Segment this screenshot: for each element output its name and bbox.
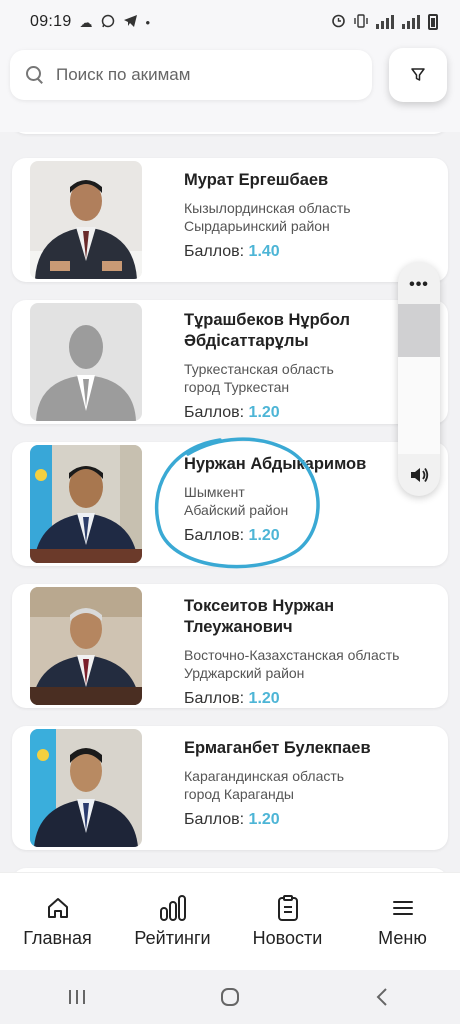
whatsapp-icon <box>101 14 115 30</box>
nav-label: Новости <box>252 928 323 948</box>
list-item[interactable]: Ермаганбет Булекпаев Карагандинская обла… <box>12 726 448 850</box>
akim-region: Восточно-Казахстанская область Урджарски… <box>184 646 438 682</box>
search-area <box>0 44 460 132</box>
score-value: 1.40 <box>248 243 280 260</box>
telegram-icon <box>123 14 138 30</box>
news-icon <box>277 895 298 921</box>
nav-label: Рейтинги <box>134 928 211 948</box>
avatar-placeholder <box>30 303 142 421</box>
filter-button[interactable] <box>389 48 447 102</box>
score-value: 1.20 <box>248 811 280 828</box>
akim-name: Токсеитов Нуржан Тлеужанович <box>184 597 335 636</box>
nav-label: Меню <box>378 928 427 948</box>
volume-level <box>398 304 440 357</box>
status-bar: 09:19 ☁ • <box>0 0 460 44</box>
akim-region: Кызылординская область Сырдарьинский рай… <box>184 199 438 235</box>
annotation-circle <box>154 437 320 569</box>
score-label: Баллов: <box>184 404 245 421</box>
home-circle-icon[interactable] <box>219 986 241 1008</box>
list-item[interactable]: Мурат Ергешбаев Кызылординская область С… <box>12 158 448 282</box>
district-line: Сырдарьинский район <box>184 218 330 234</box>
search-input[interactable] <box>56 65 346 85</box>
bottom-nav: Главная Рейтинги Новости Меню <box>0 872 460 970</box>
akim-score: Баллов: 1.20 <box>184 811 438 829</box>
district-line: Урджарский район <box>184 665 305 681</box>
menu-icon <box>392 901 413 915</box>
region-line: Карагандинская область <box>184 768 345 784</box>
cell-signal-icon <box>402 15 420 29</box>
filter-icon <box>411 68 425 81</box>
nav-label: Главная <box>23 928 92 948</box>
akim-score: Баллов: 1.20 <box>184 690 438 708</box>
volume-slider[interactable] <box>398 304 440 454</box>
list-item[interactable]: Токсеитов Нуржан Тлеужанович Восточно-Ка… <box>12 584 448 708</box>
dot-icon: • <box>145 14 151 30</box>
avatar <box>30 729 142 847</box>
akim-name: Мурат Ергешбаев <box>184 171 329 189</box>
district-line: город Караганды <box>184 786 294 802</box>
alarm-icon <box>331 13 346 31</box>
recent-apps-icon[interactable] <box>66 987 88 1007</box>
system-nav <box>0 970 460 1024</box>
list-item-partial[interactable] <box>12 132 448 134</box>
score-label: Баллов: <box>184 690 245 707</box>
akim-list[interactable]: Мурат Ергешбаев Кызылординская область С… <box>0 132 460 872</box>
vibrate-icon <box>354 13 368 31</box>
wifi-signal-icon <box>376 15 394 29</box>
nav-item-menu[interactable]: Меню <box>345 894 460 949</box>
avatar <box>30 445 142 563</box>
nav-item-home[interactable]: Главная <box>0 894 115 949</box>
score-value: 1.20 <box>248 690 280 707</box>
region-line: Кызылординская область <box>184 200 351 216</box>
avatar <box>30 587 142 705</box>
home-icon <box>47 898 68 918</box>
akim-score: Баллов: 1.40 <box>184 243 438 261</box>
status-time: 09:19 <box>30 13 72 30</box>
akim-region: Карагандинская область город Караганды <box>184 767 438 803</box>
status-right <box>331 13 438 31</box>
volume-menu-button[interactable]: ••• <box>398 276 440 294</box>
score-value: 1.20 <box>248 404 280 421</box>
score-label: Баллов: <box>184 243 245 260</box>
list-item[interactable]: Тұрашбеков Нұрбол Әбдісаттарұлы Туркеста… <box>12 300 448 424</box>
search-box[interactable] <box>10 50 372 100</box>
back-icon[interactable] <box>372 986 394 1008</box>
volume-panel[interactable]: ••• <box>398 262 440 496</box>
region-line: Восточно-Казахстанская область <box>184 647 400 663</box>
akim-name: Ермаганбет Булекпаев <box>184 739 371 757</box>
ratings-icon <box>159 895 186 921</box>
speaker-icon[interactable] <box>408 464 430 486</box>
cloud-icon: ☁ <box>79 14 93 30</box>
search-icon <box>26 66 44 84</box>
battery-icon <box>428 14 438 30</box>
status-left: 09:19 ☁ • <box>30 13 150 31</box>
avatar <box>30 161 142 279</box>
score-label: Баллов: <box>184 811 245 828</box>
nav-item-news[interactable]: Новости <box>230 894 345 949</box>
nav-item-ratings[interactable]: Рейтинги <box>115 894 230 949</box>
